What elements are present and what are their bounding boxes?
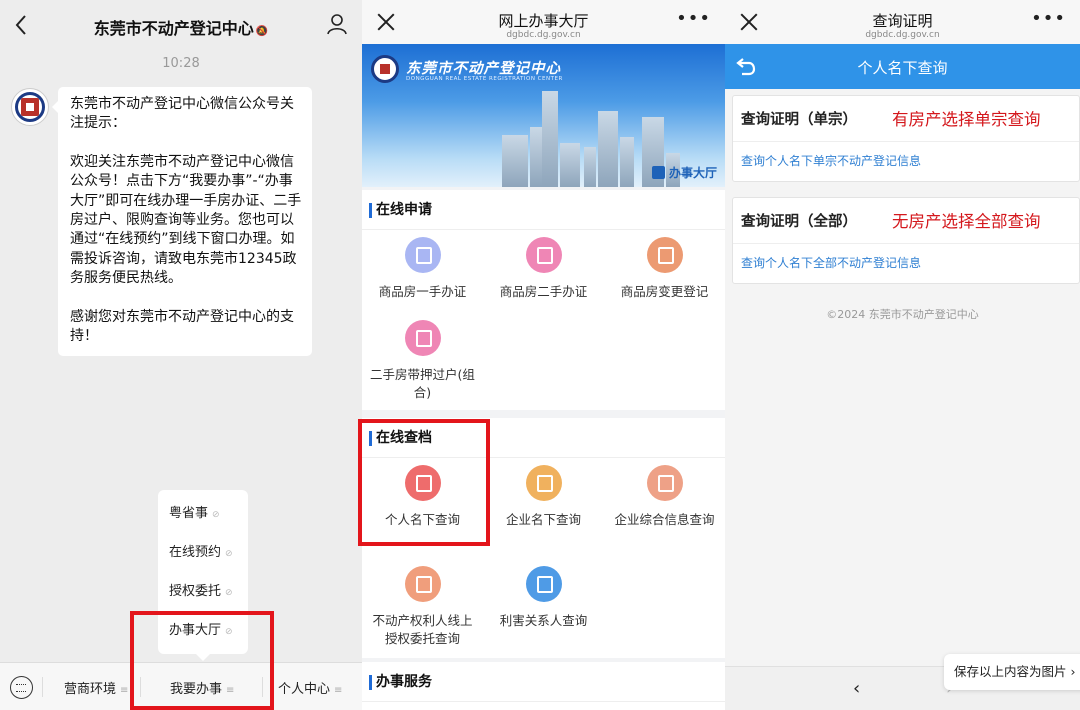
bar-title: 个人名下查询 bbox=[857, 59, 948, 77]
submenu-item-yueshengshi[interactable]: 粤省事 ⊘ bbox=[158, 494, 248, 533]
people-icon bbox=[525, 566, 562, 602]
webview-header: 查询证明 dgbdc.dg.gov.cn ••• bbox=[725, 0, 1080, 44]
service-authorization-query[interactable]: 不动产权利人线上授权委托查询 bbox=[362, 566, 483, 648]
highlight-box bbox=[130, 611, 274, 710]
back-chevron-icon[interactable]: ‹ bbox=[853, 678, 860, 699]
card-annotation: 无房产选择全部查询 bbox=[892, 212, 1041, 231]
online-hall-panel: 网上办事大厅 dgbdc.dg.gov.cn ••• 东莞市不动产登记中心 DO… bbox=[362, 0, 725, 710]
single-query-card[interactable]: 查询证明（单宗） 有房产选择单宗查询 查询个人名下单宗不动产登记信息 bbox=[732, 95, 1080, 182]
hall-tag: 办事大厅 bbox=[651, 164, 717, 181]
service-interested-party-query[interactable]: 利害关系人查询 bbox=[483, 566, 604, 630]
menu-icon: ≡ bbox=[120, 685, 129, 696]
keyboard-icon[interactable] bbox=[10, 676, 33, 699]
section-title: 办事服务 bbox=[362, 662, 725, 702]
message-paragraph: 东莞市不动产登记中心微信公众号关注提示： bbox=[70, 96, 294, 132]
copyright-text: ©2024 东莞市不动产登记中心 bbox=[826, 308, 979, 321]
card-description[interactable]: 查询个人名下全部不动产登记信息 bbox=[741, 254, 921, 271]
house-icon bbox=[525, 237, 562, 273]
banner-title: 东莞市不动产登记中心 bbox=[406, 60, 561, 77]
service-enterprise-query[interactable]: 企业名下查询 bbox=[483, 465, 604, 529]
service-second-hand-cert[interactable]: 商品房二手办证 bbox=[483, 237, 604, 301]
service-enterprise-info-query[interactable]: 企业综合信息查询 bbox=[604, 465, 725, 529]
document-icon bbox=[646, 237, 683, 273]
hall-banner: 东莞市不动产登记中心 DONGGUAN REAL ESTATE REGISTRA… bbox=[362, 44, 725, 187]
page-header-bar: 个人名下查询 bbox=[725, 44, 1080, 89]
submenu-item-online-booking[interactable]: 在线预约 ⊘ bbox=[158, 533, 248, 572]
message-bubble: 东莞市不动产登记中心微信公众号关注提示： 欢迎关注东莞市不动产登记中心微信公众号… bbox=[52, 87, 312, 357]
card-annotation: 有房产选择单宗查询 bbox=[892, 110, 1041, 129]
banner-english-title: DONGGUAN REAL ESTATE REGISTRATION CENTER bbox=[406, 76, 563, 82]
document-icon bbox=[404, 320, 441, 356]
all-query-card[interactable]: 查询证明（全部） 无房产选择全部查询 查询个人名下全部不动产登记信息 bbox=[732, 197, 1080, 284]
section-services: 办事服务 bbox=[362, 662, 725, 710]
menu-icon: ≡ bbox=[334, 685, 343, 696]
query-certificate-panel: 查询证明 dgbdc.dg.gov.cn ••• 个人名下查询 查询证明（单宗）… bbox=[725, 0, 1080, 710]
save-as-image-button[interactable]: 保存以上内容为图片 › bbox=[944, 654, 1080, 690]
official-account-avatar[interactable] bbox=[11, 88, 49, 126]
section-online-apply: 在线申请 商品房一手办证 商品房二手办证 商品房变更登记 二手房带押过户(组合) bbox=[362, 190, 725, 410]
card-title: 查询证明（全部） bbox=[741, 214, 857, 230]
submenu-item-authorization[interactable]: 授权委托 ⊘ bbox=[158, 572, 248, 611]
link-icon: ⊘ bbox=[212, 510, 220, 520]
page-title: 网上办事大厅 bbox=[498, 12, 589, 30]
wechat-chat-panel: 东莞市不动产登记中心 🔕 10:28 东莞市不动产登记中心微信公众号关注提示： 欢… bbox=[0, 0, 362, 710]
chat-header: 东莞市不动产登记中心 🔕 bbox=[0, 0, 362, 50]
webview-header: 网上办事大厅 dgbdc.dg.gov.cn ••• bbox=[362, 0, 725, 44]
more-icon[interactable]: ••• bbox=[676, 10, 711, 28]
highlight-box bbox=[358, 419, 490, 546]
message-paragraph: 欢迎关注东莞市不动产登记中心微信公众号！点击下方“我要办事”-“办事大厅”即可在… bbox=[70, 153, 302, 287]
page-domain: dgbdc.dg.gov.cn bbox=[865, 30, 940, 40]
chat-title: 东莞市不动产登记中心 🔕 bbox=[93, 19, 269, 38]
house-icon bbox=[404, 237, 441, 273]
link-icon: ⊘ bbox=[225, 549, 233, 559]
building-icon bbox=[525, 465, 562, 501]
page-domain: dgbdc.dg.gov.cn bbox=[506, 30, 581, 40]
service-mortgage-transfer[interactable]: 二手房带押过户(组合) bbox=[362, 320, 483, 402]
center-logo-icon bbox=[371, 55, 399, 83]
link-icon: ⊘ bbox=[225, 588, 233, 598]
chevron-right-icon: › bbox=[1070, 664, 1076, 679]
menu-tab-personal-center[interactable]: 个人中心 ≡ bbox=[278, 678, 342, 697]
more-icon[interactable]: ••• bbox=[1031, 10, 1066, 28]
building-icon bbox=[646, 465, 683, 501]
section-title: 在线申请 bbox=[362, 190, 725, 230]
mute-icon: 🔕 bbox=[255, 26, 269, 37]
service-change-registration[interactable]: 商品房变更登记 bbox=[604, 237, 725, 301]
person-icon bbox=[404, 566, 441, 602]
menu-tab-business-env[interactable]: 营商环境 ≡ bbox=[64, 678, 128, 697]
hall-icon bbox=[651, 166, 665, 179]
card-title: 查询证明（单宗） bbox=[741, 112, 857, 128]
card-description[interactable]: 查询个人名下单宗不动产登记信息 bbox=[741, 152, 921, 169]
message-timestamp: 10:28 bbox=[162, 56, 200, 71]
profile-icon[interactable] bbox=[326, 13, 348, 35]
message-paragraph: 感谢您对东莞市不动产登记中心的支持！ bbox=[70, 308, 294, 345]
page-title: 查询证明 bbox=[872, 12, 933, 30]
service-first-hand-cert[interactable]: 商品房一手办证 bbox=[362, 237, 483, 301]
